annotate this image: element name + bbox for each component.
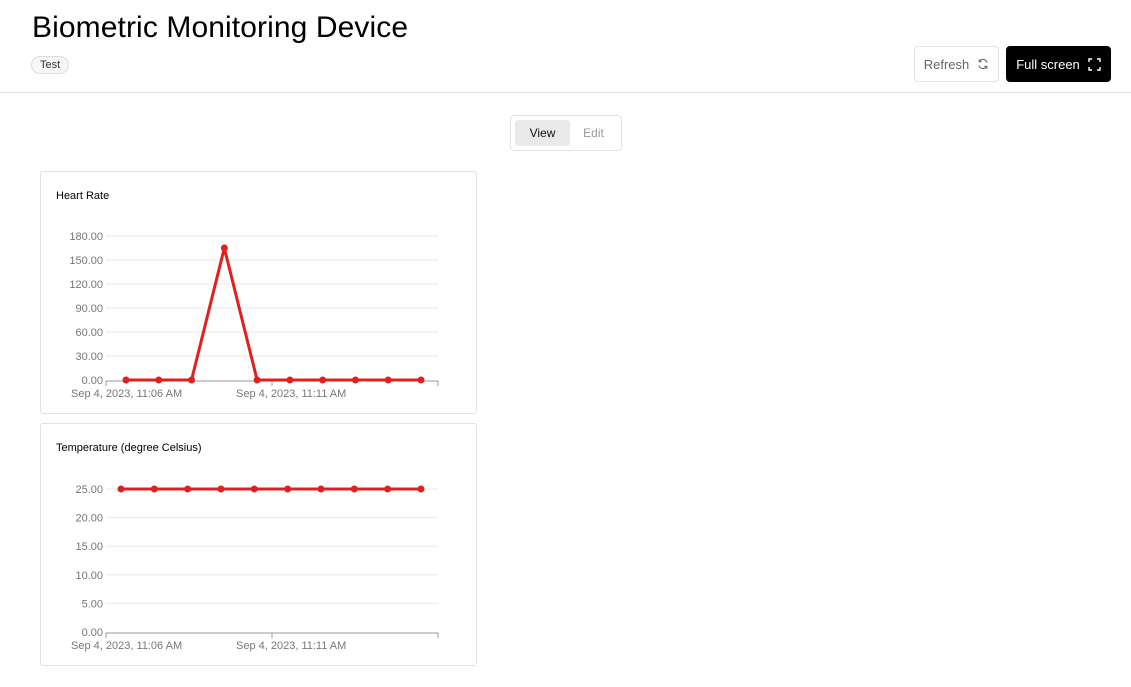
data-point — [350, 485, 358, 493]
data-point — [417, 485, 425, 493]
data-point — [384, 485, 392, 493]
edit-tab[interactable]: Edit — [566, 120, 621, 146]
data-point — [417, 376, 425, 384]
refresh-button-label: Refresh — [923, 56, 970, 72]
x-tick-label: Sep 4, 2023, 11:11 AM — [236, 388, 346, 400]
data-point — [122, 376, 130, 384]
data-point — [384, 376, 392, 384]
data-point — [250, 485, 258, 493]
y-tick-label: 0.00 — [82, 627, 103, 639]
data-point — [184, 485, 192, 493]
temperature-card: Temperature (degree Celsius) 0.00 5.00 10.… — [40, 423, 477, 666]
y-tick-label: 25.00 — [75, 484, 103, 496]
y-tick-label: 150.00 — [69, 255, 103, 267]
y-tick-label: 120.00 — [69, 279, 103, 291]
data-point — [188, 376, 196, 384]
fullscreen-button[interactable]: Full screen — [1006, 46, 1111, 82]
series-line — [126, 246, 421, 382]
data-point — [317, 485, 325, 493]
page-title: Biometric Monitoring Device — [32, 11, 409, 44]
data-point — [117, 485, 125, 493]
y-tick-label: 60.00 — [75, 327, 103, 339]
data-point — [286, 376, 294, 384]
data-point — [217, 485, 225, 493]
fullscreen-button-label: Full screen — [1016, 56, 1080, 72]
status-tag: Test — [31, 56, 70, 74]
x-tick-label: Sep 4, 2023, 11:06 AM — [71, 640, 182, 652]
data-point — [150, 485, 158, 493]
data-point — [351, 376, 359, 384]
heart-rate-chart: 0.00 30.00 60.00 90.00 120.00 150.00 180.00 Sep… — [69, 231, 439, 400]
y-tick-label: 0.00 — [82, 375, 103, 387]
view-tab[interactable]: View — [515, 120, 570, 146]
temperature-chart: 0.00 5.00 10.00 15.00 20.00 25.00 Sep 4, 2023,… — [71, 484, 439, 652]
y-tick-label: 5.00 — [82, 598, 103, 610]
data-point — [284, 485, 292, 493]
data-point — [319, 376, 327, 384]
x-tick-label: Sep 4, 2023, 11:11 AM — [236, 640, 346, 652]
data-point — [155, 376, 163, 384]
view-edit-toggle: View Edit — [510, 115, 622, 151]
y-tick-label: 30.00 — [75, 351, 103, 363]
refresh-icon — [977, 58, 989, 70]
y-tick-label: 90.00 — [75, 303, 103, 315]
y-tick-label: 10.00 — [75, 570, 103, 582]
fullscreen-icon — [1088, 57, 1101, 71]
refresh-button[interactable]: Refresh — [914, 46, 999, 82]
y-tick-label: 180.00 — [69, 231, 103, 243]
data-point — [220, 244, 228, 252]
data-point — [253, 376, 261, 384]
x-tick-label: Sep 4, 2023, 11:06 AM — [71, 388, 182, 400]
page-header: Biometric Monitoring Device Test Refresh… — [0, 0, 1131, 93]
heart-rate-card: Heart Rate 0.00 30.00 60.00 90.00 120.00 150.… — [40, 171, 477, 414]
y-tick-label: 20.00 — [75, 513, 103, 525]
y-tick-label: 15.00 — [75, 541, 103, 553]
